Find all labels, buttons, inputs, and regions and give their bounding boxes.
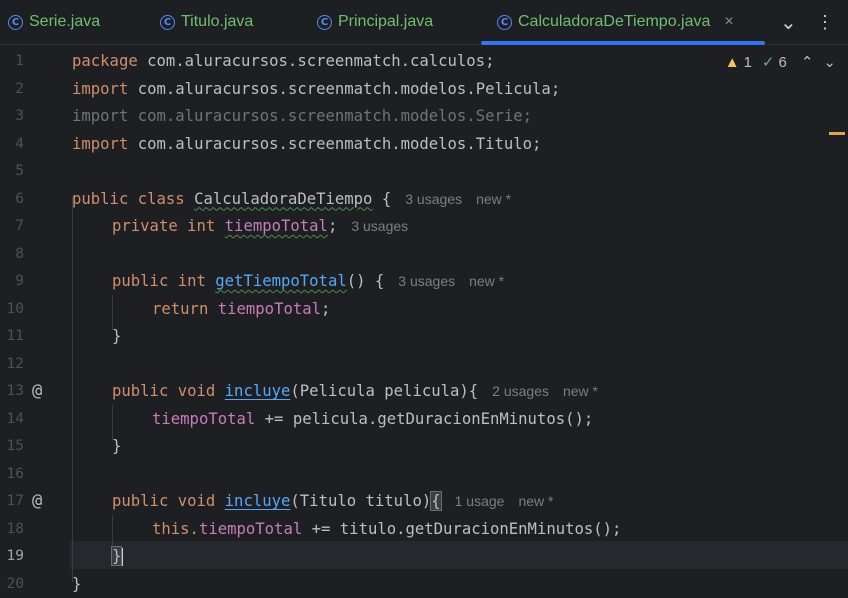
code-line-3-unused-import: import com.aluracursos.screenmatch.model… — [72, 103, 532, 131]
line-number: 8 — [0, 241, 24, 269]
chevron-down-icon[interactable]: ⌄ — [823, 53, 836, 71]
indent-guide — [72, 197, 73, 582]
code-line-9: public int getTiempoTotal() {3 usagesnew… — [112, 268, 504, 296]
line-number: 5 — [0, 158, 24, 186]
tab-label: Serie.java — [29, 13, 100, 31]
override-gutter-icon[interactable]: @ — [32, 488, 42, 516]
tab-serie-java[interactable]: C Serie.java — [8, 0, 100, 44]
tab-principal-java[interactable]: C Principal.java — [317, 0, 433, 44]
line-number: 2 — [0, 76, 24, 104]
line-number: 6 — [0, 186, 24, 214]
line-number: 7 — [0, 213, 24, 241]
code-line-14: tiempoTotal += pelicula.getDuracionEnMin… — [152, 406, 593, 434]
code-line-7: private int tiempoTotal;3 usages — [112, 213, 408, 241]
warning-stripe-marker[interactable] — [829, 132, 845, 135]
line-number: 16 — [0, 461, 24, 489]
tab-label: CalculadoraDeTiempo.java — [518, 13, 710, 31]
line-number: 4 — [0, 131, 24, 159]
current-line-highlight — [70, 541, 848, 569]
class-icon: C — [160, 15, 175, 30]
line-number: 9 — [0, 268, 24, 296]
usages-hint[interactable]: 2 usages — [492, 383, 549, 399]
tab-options-button[interactable]: ⋮ — [816, 0, 834, 44]
code-line-15: } — [112, 433, 121, 461]
editor-tab-bar: C Serie.java C Titulo.java C Principal.j… — [0, 0, 848, 45]
code-line-4: import com.aluracursos.screenmatch.model… — [72, 131, 541, 159]
tab-titulo-java[interactable]: C Titulo.java — [160, 0, 253, 44]
class-icon: C — [8, 15, 23, 30]
override-gutter-icon[interactable]: @ — [32, 378, 42, 406]
line-number: 10 — [0, 296, 24, 324]
code-editor[interactable]: ▲ 1 ✓ 6 ⌃ ⌄ 1 2 3 4 5 6 7 8 9 10 11 12 1… — [0, 45, 848, 597]
matched-brace: { — [431, 492, 440, 510]
warning-icon: ▲ — [725, 54, 740, 71]
line-number: 17 — [0, 488, 24, 516]
usages-hint[interactable]: 3 usages — [351, 218, 408, 234]
line-number: 14 — [0, 406, 24, 434]
code-line-20: } — [72, 571, 81, 598]
code-line-11: } — [112, 323, 121, 351]
tab-list-button[interactable]: ⌄ — [780, 0, 797, 44]
code-line-2: import com.aluracursos.screenmatch.model… — [72, 76, 560, 104]
code-line-6: public class CalculadoraDeTiempo {3 usag… — [72, 186, 511, 214]
usages-hint[interactable]: 3 usages — [398, 273, 455, 289]
more-vertical-icon[interactable]: ⋮ — [816, 12, 834, 33]
warning-count: 1 — [744, 54, 752, 71]
line-number: 3 — [0, 103, 24, 131]
line-number: 20 — [0, 571, 24, 598]
chevron-up-icon[interactable]: ⌃ — [801, 53, 814, 71]
class-icon: C — [497, 15, 512, 30]
line-number-current: 19 — [0, 543, 24, 571]
line-number: 1 — [0, 48, 24, 76]
tab-label: Titulo.java — [181, 13, 253, 31]
code-line-13: public void incluye(Pelicula pelicula){2… — [112, 378, 598, 406]
code-line-10: return tiempoTotal; — [152, 296, 330, 324]
inspection-widget[interactable]: ▲ 1 ✓ 6 ⌃ ⌄ — [725, 53, 836, 71]
check-icon: ✓ — [762, 53, 775, 71]
usages-hint[interactable]: 3 usages — [405, 191, 462, 207]
close-tab-icon[interactable]: × — [724, 13, 733, 31]
line-number: 15 — [0, 433, 24, 461]
text-cursor — [121, 548, 123, 566]
code-line-1: package com.aluracursos.screenmatch.calc… — [72, 48, 494, 76]
line-number: 18 — [0, 516, 24, 544]
author-hint[interactable]: new * — [476, 191, 511, 207]
code-line-17: public void incluye(Titulo titulo){1 usa… — [112, 488, 553, 516]
code-line-18: this.tiempoTotal += titulo.getDuracionEn… — [152, 516, 621, 544]
code-line-19: } — [112, 543, 123, 571]
line-number: 13 — [0, 378, 24, 406]
line-number: 12 — [0, 351, 24, 379]
author-hint[interactable]: new * — [469, 273, 504, 289]
usages-hint[interactable]: 1 usage — [455, 493, 505, 509]
author-hint[interactable]: new * — [518, 493, 553, 509]
author-hint[interactable]: new * — [563, 383, 598, 399]
check-count: 6 — [779, 54, 787, 71]
class-run-icon: C — [317, 15, 332, 30]
matched-brace: } — [112, 547, 121, 565]
line-number: 11 — [0, 323, 24, 351]
tab-label: Principal.java — [338, 13, 433, 31]
chevron-down-icon[interactable]: ⌄ — [780, 10, 797, 35]
tab-calculadoradetiempo-java[interactable]: C CalculadoraDeTiempo.java × — [497, 0, 734, 44]
